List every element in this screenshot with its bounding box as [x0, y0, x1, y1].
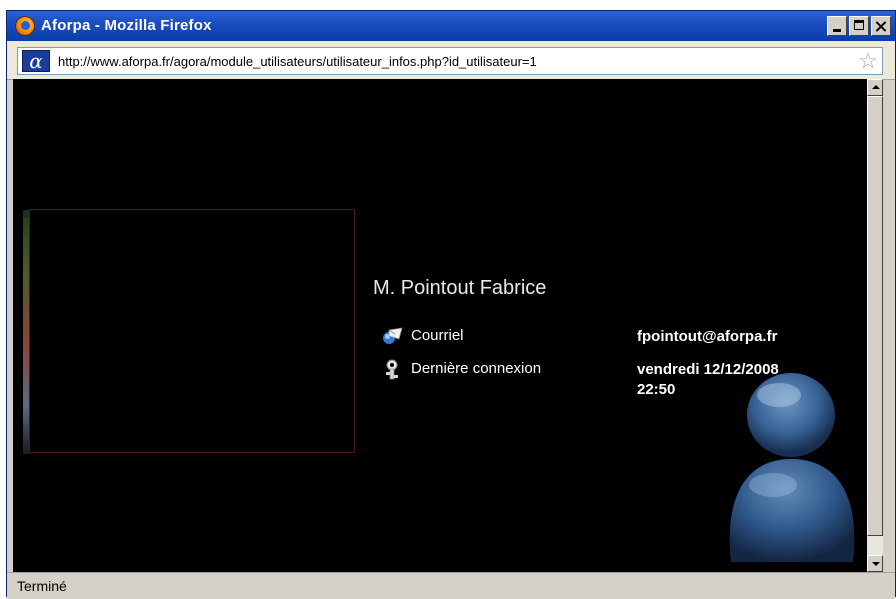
status-text: Terminé	[17, 578, 67, 594]
title-bar[interactable]: Aforpa - Mozilla Firefox	[7, 11, 895, 41]
email-label: Courriel	[411, 327, 464, 344]
scroll-up-button[interactable]	[867, 79, 883, 96]
scroll-thumb[interactable]	[867, 96, 883, 536]
minimize-button[interactable]	[827, 16, 847, 36]
user-avatar-icon	[729, 373, 855, 562]
firefox-icon	[15, 16, 35, 36]
user-name: M. Pointout Fabrice	[373, 277, 547, 299]
last-connection-label: Dernière connexion	[411, 360, 542, 377]
window-title: Aforpa - Mozilla Firefox	[41, 17, 212, 34]
profile-photo	[29, 209, 355, 453]
email-value[interactable]: fpointout@aforpa.fr	[637, 327, 777, 347]
page-content: M. Pointout Fabrice Courriel fpointout@a…	[13, 79, 867, 572]
maximize-button[interactable]	[849, 16, 869, 36]
site-favicon-icon: α	[22, 50, 50, 72]
vertical-scrollbar[interactable]	[867, 79, 883, 572]
email-icon	[383, 327, 403, 344]
status-bar: Terminé	[7, 572, 895, 599]
address-bar: α http://www.aforpa.fr/agora/module_util…	[7, 41, 895, 80]
url-text[interactable]: http://www.aforpa.fr/agora/module_utilis…	[58, 54, 537, 69]
close-button[interactable]	[871, 16, 891, 36]
scroll-down-button[interactable]	[867, 555, 883, 572]
key-icon	[386, 359, 398, 380]
url-input[interactable]: α http://www.aforpa.fr/agora/module_util…	[17, 47, 883, 75]
browser-window: Aforpa - Mozilla Firefox α http://www.af…	[6, 10, 896, 599]
star-icon[interactable]: ☆	[858, 49, 878, 73]
